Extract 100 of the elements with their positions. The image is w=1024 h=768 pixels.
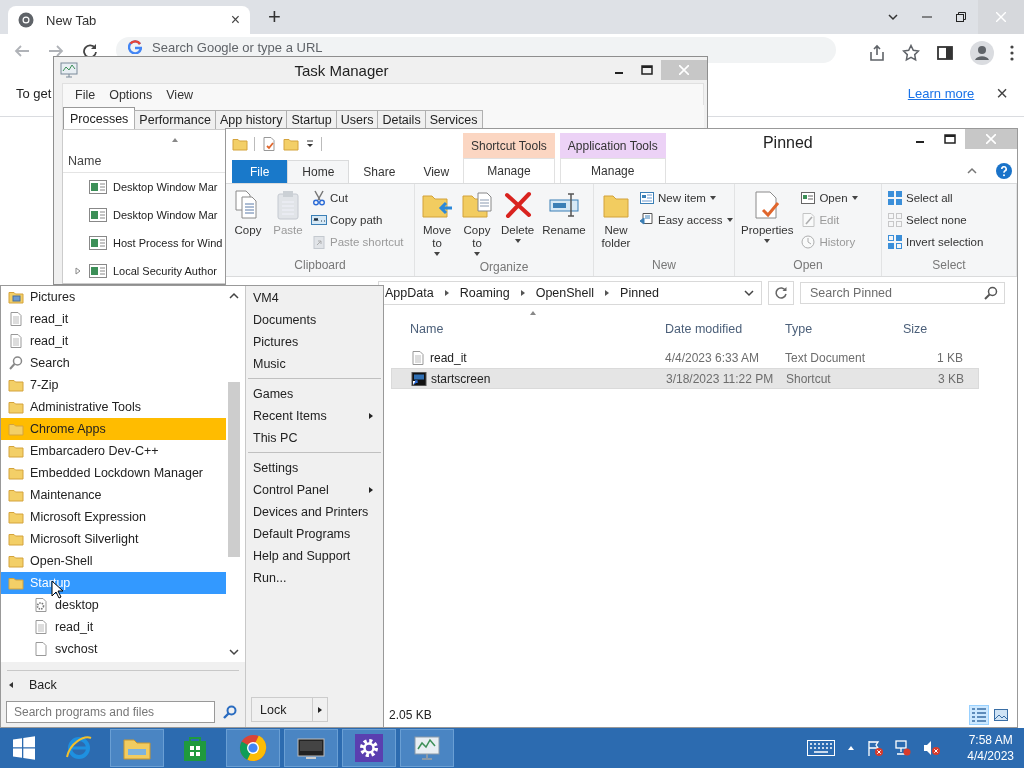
column-header[interactable]: Date modified (665, 322, 785, 336)
ribbon-button[interactable]: Open (797, 187, 862, 209)
breadcrumb[interactable]: Pinned (620, 286, 659, 300)
program-item[interactable]: Chrome Apps (1, 418, 226, 440)
learn-more-link[interactable]: Learn more (907, 85, 975, 101)
speaker-muted-icon[interactable] (923, 740, 942, 756)
taskbar-button[interactable] (400, 729, 454, 767)
menu-item[interactable]: Recent Items (246, 405, 383, 427)
ribbon-button[interactable]: Copy to (457, 187, 497, 260)
column-header[interactable]: Size (903, 322, 963, 336)
breadcrumb[interactable]: AppData (385, 286, 434, 300)
program-item[interactable]: Embedded Lockdown Manager (1, 462, 226, 484)
column-header[interactable]: Name (410, 322, 665, 336)
program-item[interactable]: Maintenance (1, 484, 226, 506)
menu-item[interactable]: Help and Support (246, 545, 383, 567)
dropdown-icon[interactable] (305, 139, 315, 149)
menu-item[interactable]: Control Panel (246, 479, 383, 501)
program-item[interactable]: read_it (1, 330, 226, 352)
forward-arrow-icon[interactable] (48, 43, 64, 59)
clock[interactable]: 7:58 AM 4/4/2023 (967, 732, 1014, 764)
keyboard-icon[interactable] (807, 740, 836, 756)
flag-icon[interactable] (867, 740, 884, 756)
browser-tab[interactable]: New Tab × (8, 6, 250, 34)
ribbon-button[interactable]: Easy access (636, 209, 737, 231)
program-item[interactable]: Pictures (1, 286, 226, 308)
file-menu-tab[interactable]: File (232, 160, 288, 183)
program-item[interactable]: Microsoft Expression (1, 506, 226, 528)
address-bar[interactable]: AppData Roaming OpenShell Pinned (378, 281, 762, 305)
restore-icon[interactable] (956, 12, 966, 22)
program-item[interactable]: read_it (1, 308, 226, 330)
breadcrumb[interactable]: Roaming (459, 286, 510, 300)
ribbon-button[interactable]: Move to (417, 187, 457, 260)
tab-close-button[interactable]: × (230, 11, 240, 29)
tab[interactable]: Details (377, 110, 426, 129)
refresh-button[interactable] (768, 281, 794, 305)
file-row[interactable]: startscreen 3/18/2023 11:22 PM Shortcut 3 KB (391, 368, 979, 389)
menu-item[interactable]: Documents (246, 309, 383, 331)
menu-item[interactable]: Run... (246, 567, 383, 589)
shutdown-options-button[interactable] (313, 697, 328, 722)
profile-icon[interactable] (970, 41, 994, 65)
network-icon[interactable] (895, 740, 912, 756)
breadcrumb[interactable]: OpenShell (535, 286, 595, 300)
search-icon[interactable] (223, 705, 237, 719)
tab[interactable]: Processes (63, 107, 136, 129)
program-item[interactable]: Microsoft Silverlight (1, 528, 226, 550)
menu-item[interactable]: Music (246, 353, 383, 375)
program-item[interactable]: Open-Shell (1, 550, 226, 572)
lock-button[interactable]: Lock (251, 697, 313, 722)
ribbon-button[interactable]: New folder (596, 187, 636, 252)
menu-item[interactable]: File (68, 87, 103, 102)
program-item[interactable]: read_it (1, 616, 226, 638)
maximize-icon[interactable] (641, 65, 653, 75)
ribbon-button[interactable]: Cut (308, 187, 407, 209)
star-icon[interactable] (902, 44, 920, 62)
maximize-icon[interactable] (944, 134, 956, 144)
ribbon-button[interactable]: Copy (228, 187, 268, 239)
help-icon[interactable] (996, 163, 1012, 179)
share-icon[interactable] (868, 44, 886, 62)
program-item[interactable]: svchost (1, 638, 226, 660)
program-item[interactable]: desktop (1, 594, 226, 616)
program-item[interactable]: Search (1, 352, 226, 374)
ribbon-button[interactable]: Select all (884, 187, 987, 209)
program-item[interactable]: 7-Zip (1, 374, 226, 396)
menu-item[interactable]: View (159, 87, 201, 102)
search-field[interactable]: Search programs and files (6, 701, 215, 723)
ribbon-tab[interactable]: Share (349, 160, 410, 183)
menu-item[interactable]: Devices and Printers (246, 501, 383, 523)
ribbon-button[interactable]: Select none (884, 209, 987, 231)
expand-arrow-icon[interactable] (74, 267, 82, 275)
file-row[interactable]: read_it 4/4/2023 6:33 AM Text Document 1 KB (391, 347, 979, 368)
ribbon-button[interactable]: New item (636, 187, 737, 209)
start-icon[interactable] (12, 736, 36, 760)
menu-item[interactable]: Pictures (246, 331, 383, 353)
ribbon-button[interactable]: Invert selection (884, 231, 987, 253)
tab[interactable]: Startup (286, 110, 337, 129)
scrollbar-thumb[interactable] (227, 381, 240, 557)
column-header[interactable]: Name (68, 154, 102, 168)
column-header[interactable]: Type (785, 322, 903, 336)
menu-item[interactable]: Options (102, 87, 160, 102)
taskbar-button[interactable] (342, 729, 396, 767)
tab[interactable]: Performance (134, 110, 216, 129)
menu-item[interactable]: This PC (246, 427, 383, 449)
new-tab-button[interactable]: + (262, 4, 287, 30)
ribbon-button[interactable]: Properties (737, 187, 798, 247)
ribbon-tab[interactable]: View (409, 160, 464, 183)
menu-item[interactable]: Settings (246, 457, 383, 479)
infobar-close-button[interactable]: × (996, 81, 1008, 105)
document-check-icon[interactable] (261, 136, 277, 152)
menu-item[interactable]: Games (246, 383, 383, 405)
ribbon-button[interactable]: Copy path (308, 209, 407, 231)
taskbar-button[interactable] (284, 729, 338, 767)
ribbon-button[interactable]: Rename (538, 187, 590, 239)
search-field[interactable]: Search Pinned (800, 282, 1005, 304)
menu-item[interactable]: Default Programs (246, 523, 383, 545)
program-item[interactable]: Administrative Tools (1, 396, 226, 418)
back-button[interactable]: Back (1, 671, 245, 699)
ribbon-button[interactable]: Delete (497, 187, 539, 247)
menu-icon[interactable] (1010, 45, 1014, 61)
ribbon-tab[interactable]: Home (287, 160, 350, 183)
side-panel-icon[interactable] (936, 44, 954, 62)
